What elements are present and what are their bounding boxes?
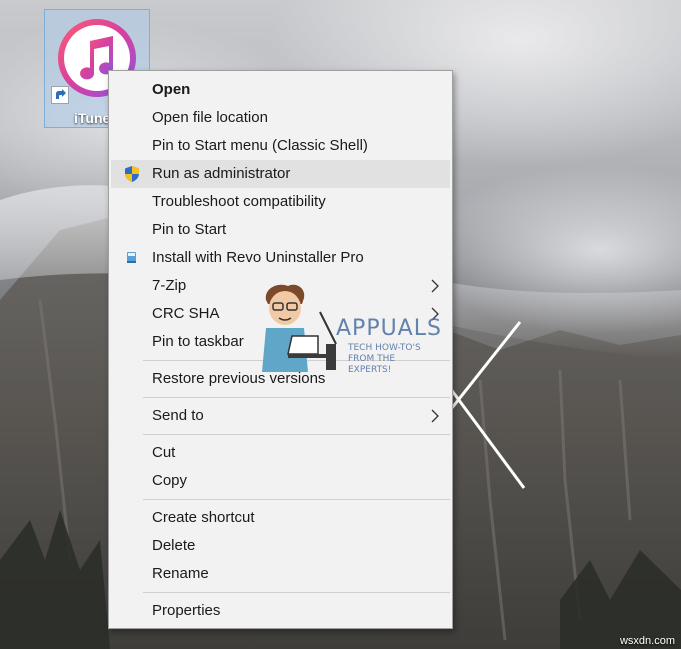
menu-item-label: Install with Revo Uninstaller Pro [152,249,364,266]
menu-item-rename[interactable]: Rename [111,560,450,588]
menu-item-copy[interactable]: Copy [111,467,450,495]
uac-shield-icon [125,166,139,182]
chevron-right-icon [431,279,439,293]
menu-item-run-as-administrator[interactable]: Run as administrator [111,160,450,188]
menu-item-create-shortcut[interactable]: Create shortcut [111,504,450,532]
menu-separator [143,499,450,500]
site-watermark: wsxdn.com [619,635,675,647]
wallpaper-x-logo [442,321,526,489]
menu-item-cut[interactable]: Cut [111,439,450,467]
menu-item-revo-uninstaller[interactable]: Install with Revo Uninstaller Pro [111,244,450,272]
revo-uninstaller-icon [127,252,136,263]
menu-item-delete[interactable]: Delete [111,532,450,560]
menu-item-troubleshoot-compatibility[interactable]: Troubleshoot compatibility [111,188,450,216]
menu-item-open[interactable]: Open [111,76,450,104]
menu-item-label: CRC SHA [152,305,220,322]
context-menu: Open Open file location Pin to Start men… [108,70,453,629]
menu-item-pin-to-taskbar[interactable]: Pin to taskbar [111,328,450,356]
menu-item-restore-previous-versions[interactable]: Restore previous versions [111,365,450,393]
menu-item-send-to[interactable]: Send to [111,402,450,430]
shortcut-arrow-icon [51,86,69,104]
menu-separator [143,434,450,435]
menu-separator [143,397,450,398]
menu-item-label: Run as administrator [152,165,291,182]
chevron-right-icon [431,409,439,423]
menu-separator [143,592,450,593]
menu-item-crc-sha[interactable]: CRC SHA [111,300,450,328]
menu-item-open-file-location[interactable]: Open file location [111,104,450,132]
menu-item-label: 7-Zip [152,277,187,294]
menu-item-7-zip[interactable]: 7-Zip [111,272,450,300]
menu-item-properties[interactable]: Properties [111,597,450,625]
menu-separator [143,360,450,361]
chevron-right-icon [431,307,439,321]
menu-item-label: Send to [152,407,204,424]
menu-item-pin-start-classic-shell[interactable]: Pin to Start menu (Classic Shell) [111,132,450,160]
menu-item-pin-to-start[interactable]: Pin to Start [111,216,450,244]
